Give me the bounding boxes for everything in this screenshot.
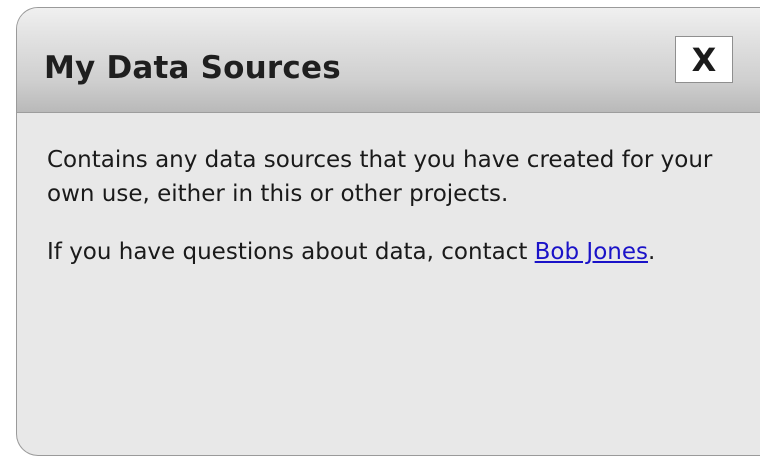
data-sources-dialog: My Data Sources X Contains any data sour…	[16, 7, 760, 456]
close-icon[interactable]: X	[692, 44, 717, 76]
contact-link[interactable]: Bob Jones	[535, 239, 648, 265]
dialog-body: Contains any data sources that you have …	[47, 143, 747, 293]
close-button[interactable]: X	[675, 36, 733, 83]
dialog-header: My Data Sources X	[17, 8, 760, 113]
contact-text: If you have questions about data, contac…	[47, 235, 747, 269]
dialog-title: My Data Sources	[44, 50, 341, 86]
contact-suffix: .	[647, 239, 656, 265]
description-text: Contains any data sources that you have …	[47, 147, 713, 207]
contact-prefix: If you have questions about data, contac…	[47, 239, 535, 265]
